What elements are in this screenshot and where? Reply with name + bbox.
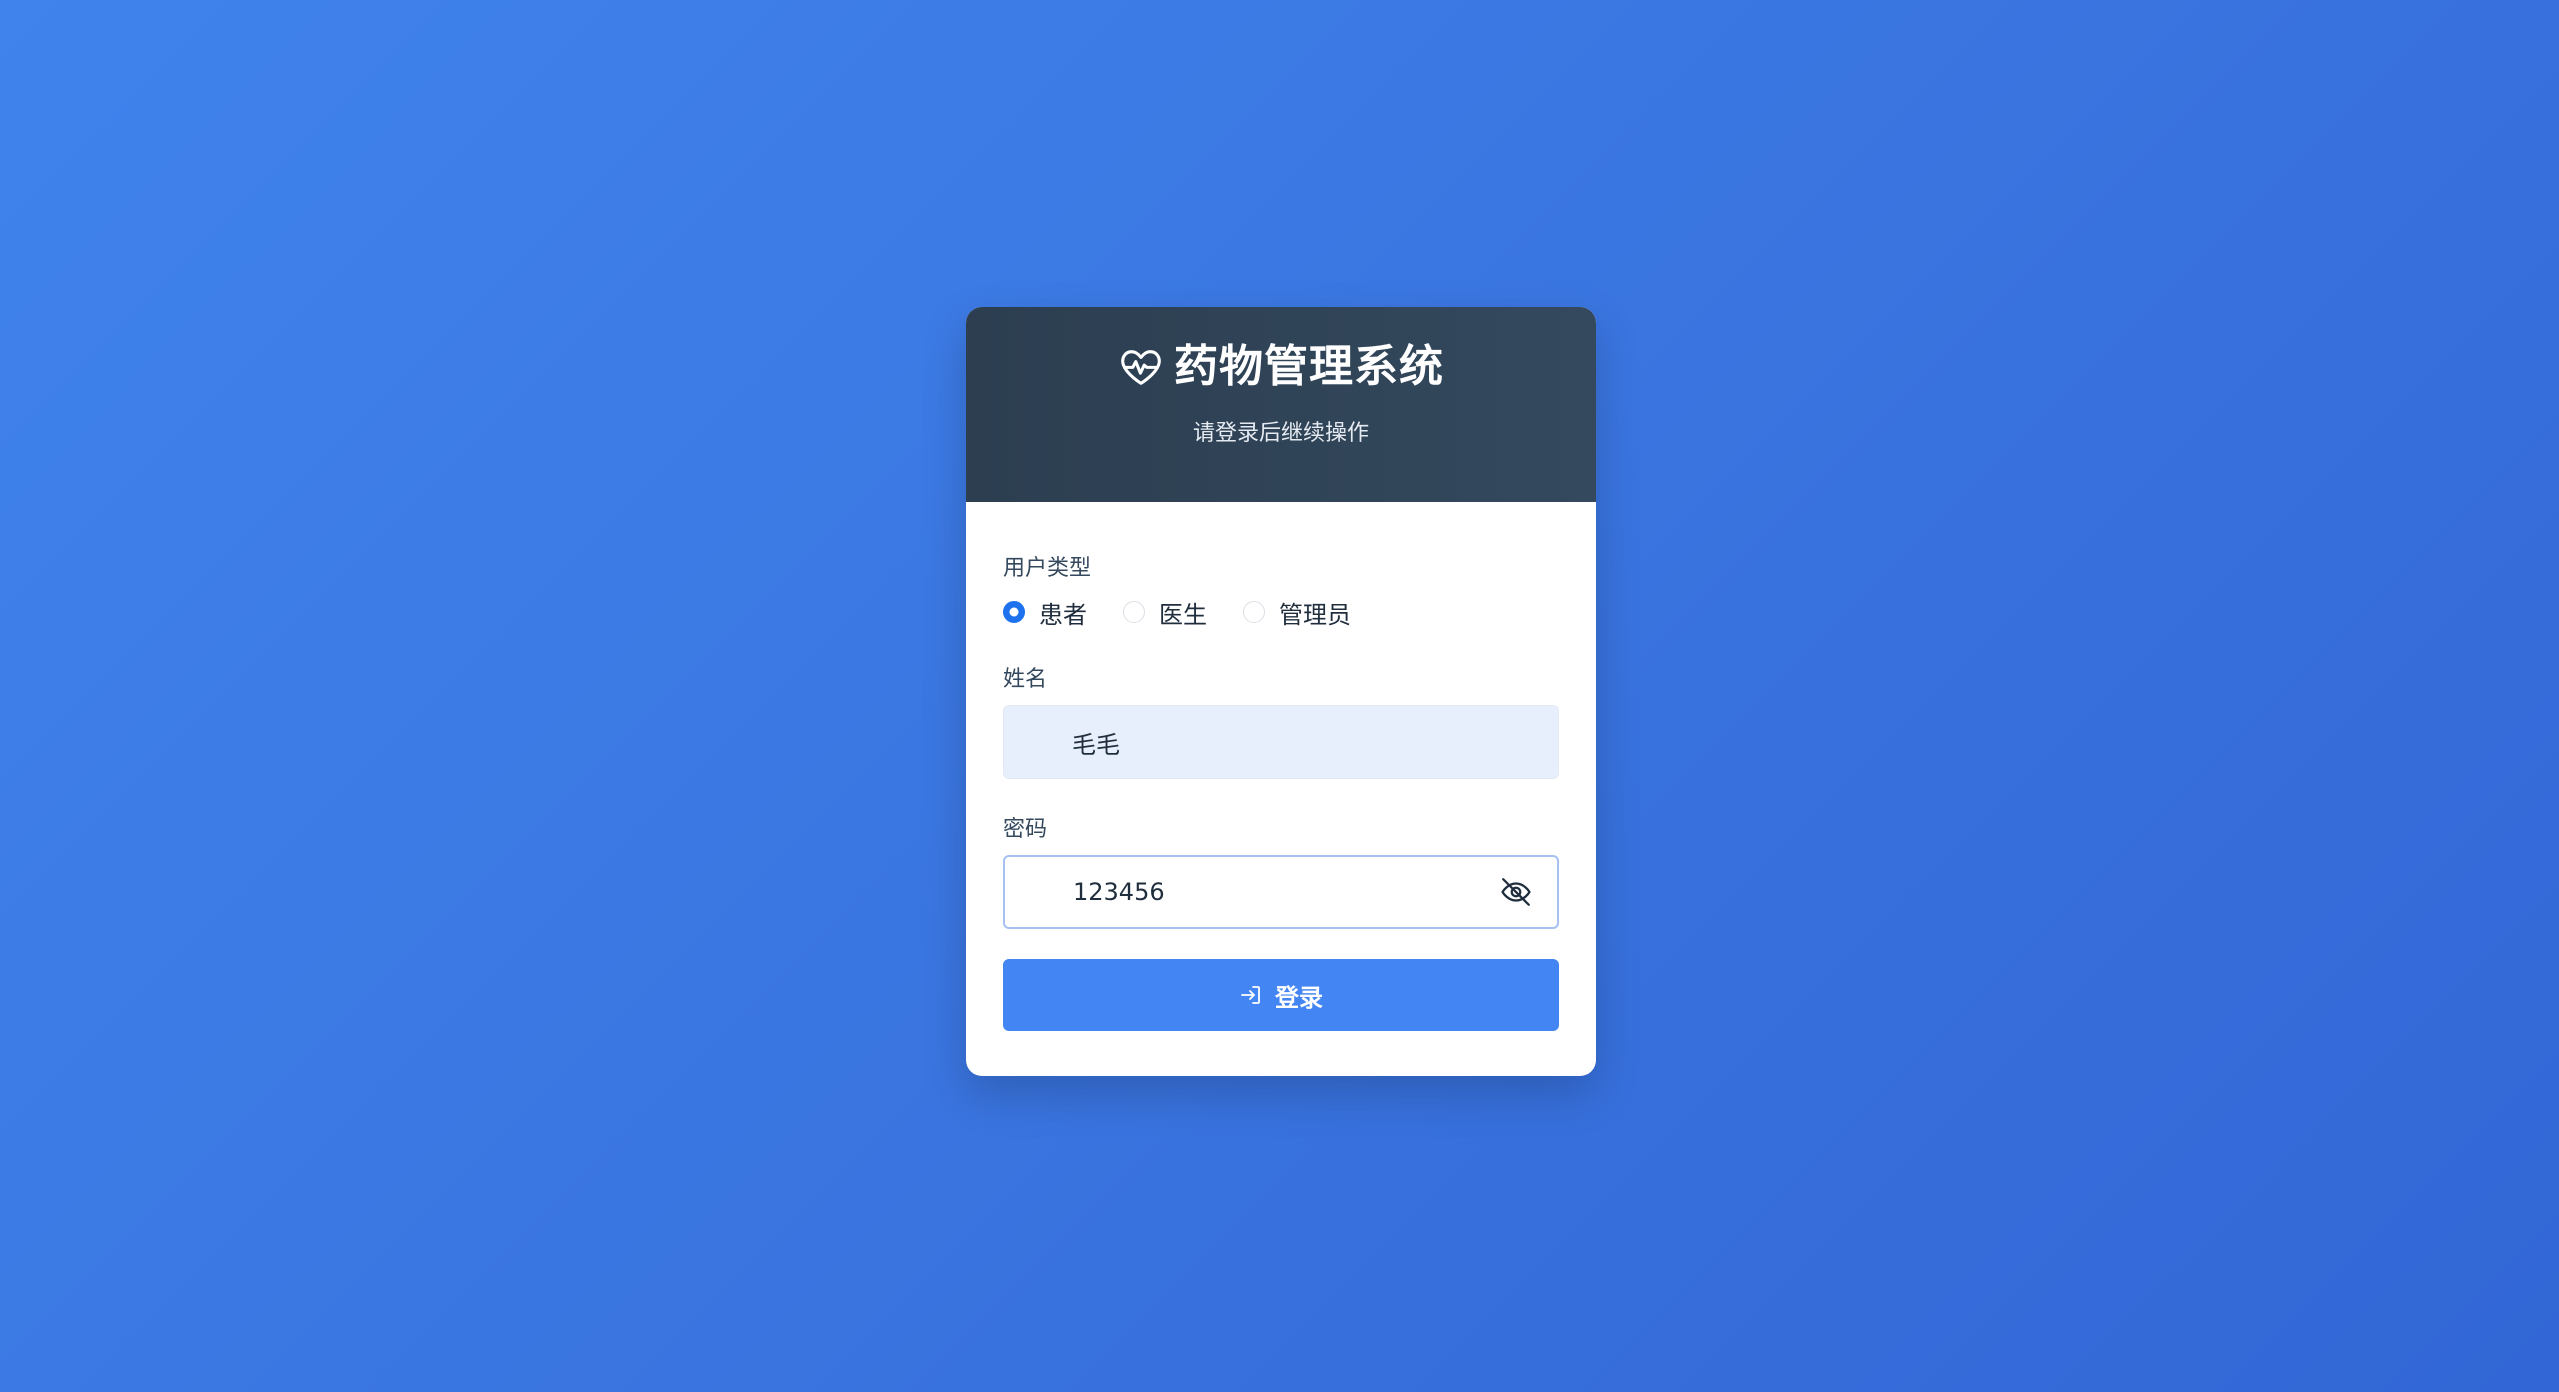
title-row: 药物管理系统 <box>966 344 1596 390</box>
login-button-label[interactable]: 登录 <box>1275 978 1323 1013</box>
radio-patient[interactable]: 患者 <box>1003 595 1087 630</box>
heart-pulse-icon <box>1118 344 1164 390</box>
login-button[interactable]: 登录 <box>1003 959 1559 1031</box>
password-label: 密码 <box>1003 817 1048 842</box>
user-type-radio-group: 患者 医生 管理员 <box>1003 595 1387 629</box>
radio-doctor-circle[interactable] <box>1123 601 1145 623</box>
radio-admin[interactable]: 管理员 <box>1243 595 1351 630</box>
login-card-header: 药物管理系统 请登录后继续操作 <box>966 307 1596 502</box>
app-subtitle: 请登录后继续操作 <box>1192 421 1369 446</box>
radio-admin-label[interactable]: 管理员 <box>1279 595 1351 630</box>
radio-doctor-label[interactable]: 医生 <box>1159 595 1207 630</box>
radio-patient-label[interactable]: 患者 <box>1039 595 1087 630</box>
user-type-label: 用户类型 <box>1003 556 1092 581</box>
password-input-value[interactable]: 123456 <box>1073 878 1165 906</box>
eye-off-icon[interactable] <box>1499 875 1533 909</box>
login-icon <box>1239 983 1263 1007</box>
name-label: 姓名 <box>1003 667 1048 692</box>
name-input[interactable]: 毛毛 <box>1003 705 1559 779</box>
radio-doctor[interactable]: 医生 <box>1123 595 1207 630</box>
radio-admin-circle[interactable] <box>1243 601 1265 623</box>
radio-patient-circle[interactable] <box>1003 601 1025 623</box>
name-input-value[interactable]: 毛毛 <box>1072 725 1120 760</box>
app-title: 药物管理系统 <box>1174 341 1444 392</box>
password-input[interactable]: 123456 <box>1003 855 1559 929</box>
login-card: 药物管理系统 请登录后继续操作 用户类型 患者 医生 管理员 姓名 毛毛 密码 … <box>966 307 1596 1076</box>
